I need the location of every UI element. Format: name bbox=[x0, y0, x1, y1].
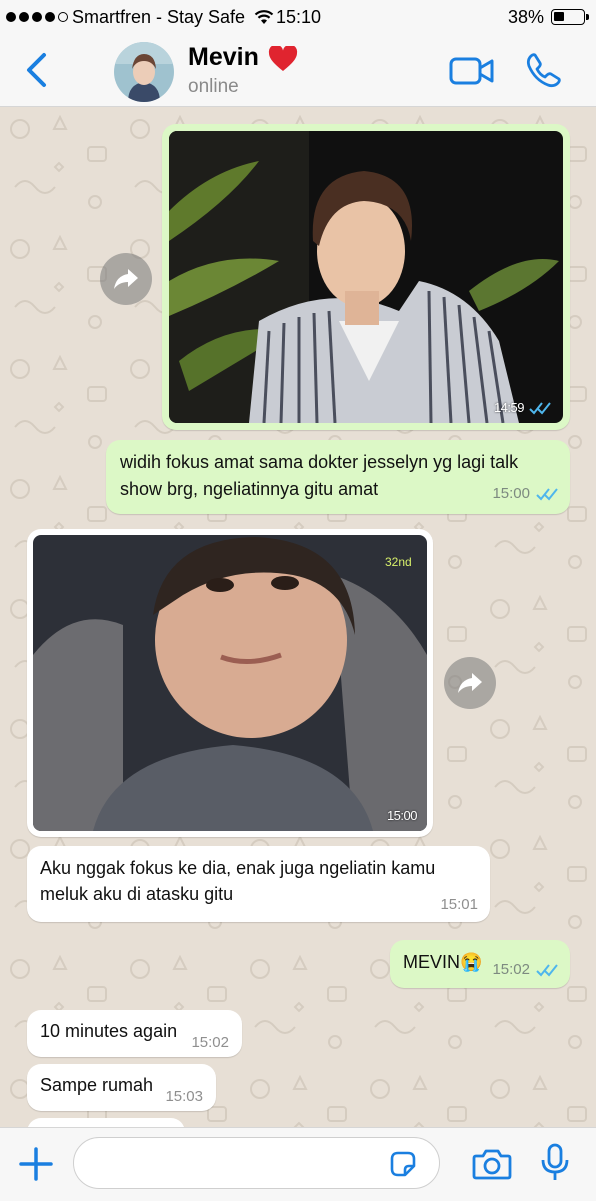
message-line: widih fokus amat sama dokter jesselyn yg… bbox=[120, 452, 519, 472]
forward-button[interactable] bbox=[444, 657, 496, 709]
video-overlay-text: 32nd bbox=[385, 555, 412, 569]
signal-strength-icon bbox=[6, 12, 68, 22]
read-receipt-icon bbox=[536, 487, 558, 500]
attach-button[interactable] bbox=[18, 1146, 54, 1182]
message-timestamp: 15:02 bbox=[191, 1034, 229, 1051]
battery-icon bbox=[551, 9, 589, 25]
camera-button[interactable] bbox=[472, 1147, 512, 1181]
outgoing-text-message[interactable]: widih fokus amat sama dokter jesselyn yg… bbox=[106, 440, 570, 514]
message-line: Aku nggak fokus ke dia, enak juga ngelia… bbox=[40, 858, 436, 878]
forward-button[interactable] bbox=[100, 253, 152, 305]
status-bar: Smartfren - Stay Safe 15:10 38% bbox=[0, 0, 596, 36]
incoming-text-message[interactable] bbox=[27, 1118, 185, 1127]
shared-photo[interactable]: 14:59 bbox=[169, 131, 563, 423]
battery-level bbox=[554, 12, 564, 21]
message-line: 10 minutes again bbox=[40, 1021, 178, 1041]
message-input[interactable] bbox=[73, 1137, 440, 1189]
battery-percent: 38% bbox=[508, 7, 545, 27]
plus-icon bbox=[19, 1147, 53, 1181]
incoming-text-message[interactable]: 10 minutes again 15:02 bbox=[27, 1010, 242, 1057]
back-button[interactable] bbox=[22, 52, 52, 88]
image-timestamp: 15:00 bbox=[386, 808, 418, 823]
carrier-name: Smartfren - Stay Safe bbox=[72, 7, 246, 27]
microphone-icon bbox=[541, 1143, 569, 1180]
message-timestamp: 15:01 bbox=[440, 896, 478, 913]
heart-icon bbox=[268, 44, 298, 77]
read-receipt-icon bbox=[536, 963, 558, 976]
camera-icon bbox=[472, 1149, 512, 1180]
image-timestamp: 14:59 bbox=[494, 400, 553, 415]
message-line: meluk aku di atasku gitu bbox=[40, 884, 234, 904]
incoming-text-message[interactable]: Aku nggak fokus ke dia, enak juga ngelia… bbox=[27, 846, 490, 922]
video-call-button[interactable] bbox=[449, 56, 495, 86]
message-timestamp: 15:00 bbox=[492, 485, 560, 502]
status-time: 15:10 bbox=[276, 7, 322, 27]
message-line: show brg, ngeliatinnya gitu amat bbox=[120, 479, 379, 499]
shared-photo[interactable]: 32nd 15:00 bbox=[33, 535, 427, 831]
incoming-image-message[interactable]: 32nd 15:00 bbox=[27, 529, 433, 837]
message-line: Sampe rumah bbox=[40, 1075, 154, 1095]
video-camera-icon bbox=[449, 57, 494, 85]
voice-call-button[interactable] bbox=[526, 52, 562, 88]
incoming-text-message[interactable]: Sampe rumah 15:03 bbox=[27, 1064, 216, 1111]
voice-message-button[interactable] bbox=[540, 1143, 570, 1183]
contact-name[interactable]: Mevin bbox=[188, 43, 259, 72]
message-line: MEVIN😭 bbox=[403, 952, 483, 972]
outgoing-text-message[interactable]: MEVIN😭 15:02 bbox=[390, 940, 570, 988]
outgoing-image-message[interactable]: 14:59 bbox=[162, 124, 570, 430]
forward-arrow-icon bbox=[458, 673, 482, 693]
contact-avatar[interactable] bbox=[114, 42, 174, 102]
wifi-icon bbox=[254, 9, 274, 30]
message-input-bar bbox=[0, 1127, 596, 1201]
forward-arrow-icon bbox=[114, 269, 138, 289]
sticker-button[interactable] bbox=[388, 1149, 418, 1179]
read-receipt-icon bbox=[529, 401, 551, 414]
phone-icon bbox=[526, 53, 561, 88]
chat-area[interactable]: 14:59 widih fokus amat sama dokter jesse… bbox=[0, 107, 596, 1127]
back-chevron-icon bbox=[27, 53, 46, 87]
sticker-icon bbox=[390, 1151, 416, 1177]
chat-header: Mevin online bbox=[0, 36, 596, 107]
message-timestamp: 15:03 bbox=[165, 1088, 203, 1105]
message-timestamp: 15:02 bbox=[492, 961, 560, 978]
contact-status: online bbox=[188, 76, 239, 97]
